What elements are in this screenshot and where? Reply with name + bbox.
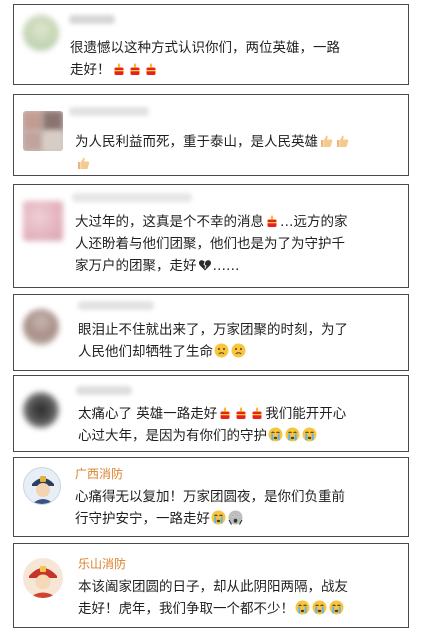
comment-text: 心痛得无以复加！万家团圆夜，是你们负重前 行守护安宁，一路走好: [75, 489, 345, 527]
avatar[interactable]: [23, 309, 59, 345]
fearful-face-icon: [228, 510, 243, 525]
candle-icon: [112, 62, 126, 76]
crying-face-icon: [268, 427, 283, 442]
firefighter-mascot-icon: [32, 476, 54, 504]
firefighter-mascot-icon: [29, 566, 57, 598]
username-blurred[interactable]: [69, 15, 115, 24]
avatar[interactable]: [23, 467, 61, 505]
sad-face-icon: [214, 343, 229, 358]
avatar[interactable]: [23, 111, 63, 151]
comment-text: 眼泪止不住就出来了，万家团聚的时刻，为了 人民他们却牺牲了生命: [78, 322, 348, 360]
crying-face-icon: [302, 427, 317, 442]
comment-card: 太痛心了 英雄一路走好 我们能开开心 心过大年，是因为有你们的守护: [13, 375, 409, 452]
username[interactable]: 乐山消防: [78, 555, 126, 572]
thumbs-up-icon: [76, 156, 90, 170]
comment-card: 很遗憾以这种方式认识你们，两位英雄，一路 走好！: [13, 4, 409, 85]
username-blurred[interactable]: [72, 193, 192, 202]
thumbs-up-icon: [319, 134, 333, 148]
candle-icon: [265, 214, 279, 228]
username-blurred[interactable]: [78, 301, 154, 310]
comment-card: 乐山消防 本该阖家团圆的日子，却从此阴阳两隔，战友 走好！虎年，我们争取一个都不…: [13, 543, 409, 628]
username-blurred[interactable]: [76, 386, 132, 395]
avatar[interactable]: [23, 558, 63, 598]
comment-text: 为人民利益而死，重于泰山，是人民英雄: [75, 131, 350, 175]
avatar[interactable]: [23, 201, 63, 241]
comment-card: 为人民利益而死，重于泰山，是人民英雄: [13, 94, 409, 176]
comment-card: 眼泪止不住就出来了，万家团聚的时刻，为了 人民他们却牺牲了生命: [13, 294, 409, 371]
broken-heart-icon: [198, 258, 212, 272]
comment-text: 太痛心了 英雄一路走好 我们能开开心 心过大年，是因为有你们的守护: [78, 406, 347, 444]
comment-text: 本该阖家团圆的日子，却从此阴阳两隔，战友 走好！虎年，我们争取一个都不少！: [78, 579, 348, 617]
crying-face-icon: [312, 600, 327, 615]
username[interactable]: 广西消防: [75, 465, 123, 482]
comment-card: 大过年的，这真是个不幸的消息 …远方的家 人还盼着与他们团聚，他们也是为了为守护千…: [13, 184, 409, 288]
comment-card: 广西消防 心痛得无以复加！万家团圆夜，是你们负重前 行守护安宁，一路走好: [13, 457, 409, 537]
username-blurred[interactable]: [69, 107, 149, 116]
candle-icon: [144, 62, 158, 76]
crying-face-icon: [295, 600, 310, 615]
crying-face-icon: [285, 427, 300, 442]
crying-face-icon: [211, 510, 226, 525]
candle-icon: [128, 62, 142, 76]
comment-text: 很遗憾以这种方式认识你们，两位英雄，一路 走好！: [70, 40, 340, 78]
avatar[interactable]: [23, 392, 59, 428]
candle-icon: [218, 406, 232, 420]
thumbs-up-icon: [335, 134, 349, 148]
avatar[interactable]: [23, 15, 59, 51]
sad-face-icon: [231, 343, 246, 358]
comment-text: 大过年的，这真是个不幸的消息 …远方的家 人还盼着与他们团聚，他们也是为了为守护千…: [75, 214, 348, 274]
crying-face-icon: [329, 600, 344, 615]
candle-icon: [234, 406, 248, 420]
candle-icon: [250, 406, 264, 420]
